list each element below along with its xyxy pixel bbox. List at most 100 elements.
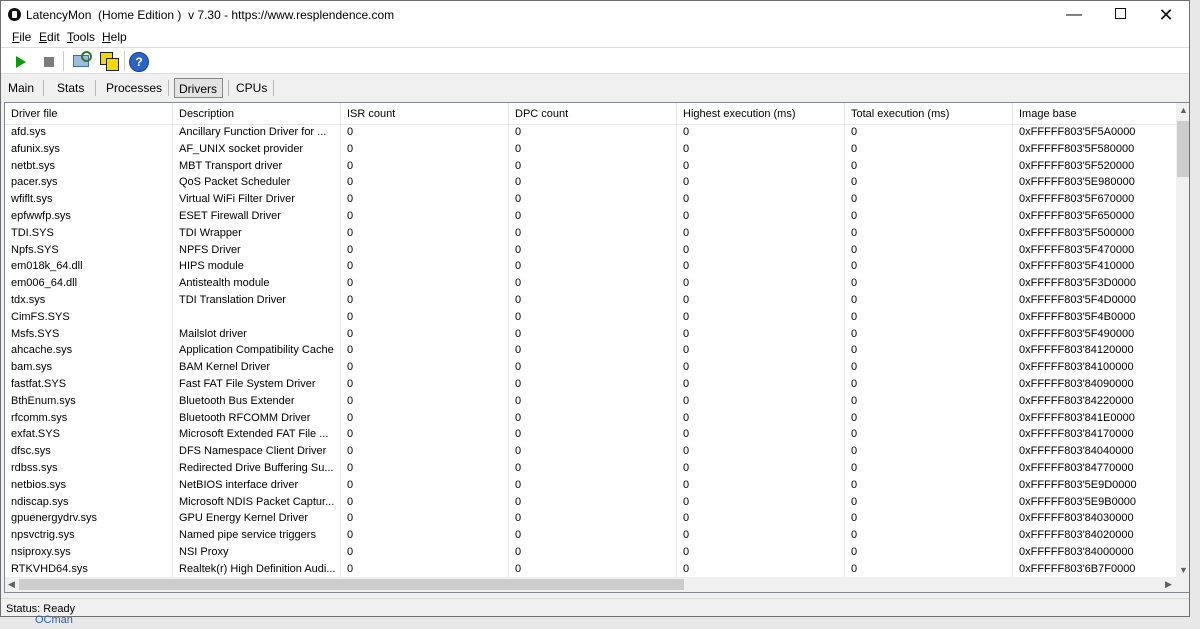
cell-highest-execution: 0 [677,258,845,276]
menu-tools[interactable]: Tools [67,30,95,44]
table-row[interactable]: netbt.sys MBT Transport driver 0 0 0 0 0xFFFFF… [5,157,1177,175]
table-row[interactable]: npsvctrig.sys Named pipe service triggers… [5,527,1177,544]
table-row[interactable]: Npfs.SYS NPFS Driver 0 0 0 0 0xFFFFF803'5F4700… [5,241,1177,259]
table-row[interactable]: ndiscap.sys Microsoft NDIS Packet Captur.… [5,493,1177,511]
horizontal-scrollbar[interactable]: ◀ ▶ [5,577,1177,592]
cell-description: Bluetooth RFCOMM Driver [173,409,341,427]
table-row[interactable]: em006_64.dll Antistealth module 0 0 0 0 0xFFFF… [5,275,1177,292]
cell-description: ESET Firewall Driver [173,208,341,225]
cell-image-base: 0xFFFFF803'5F410000 [1013,258,1177,276]
table-row[interactable]: nsiproxy.sys NSI Proxy 0 0 0 0 0xFFFFF803'8400… [5,544,1177,561]
cell-highest-execution: 0 [677,510,845,528]
table-row[interactable]: pacer.sys QoS Packet Scheduler 0 0 0 0 0xFFFFF… [5,174,1177,192]
table-row[interactable]: CimFS.SYS 0 0 0 0 0xFFFFF803'5F4B0000 [5,308,1177,326]
cell-description: HIPS module [173,258,341,276]
cell-image-base: 0xFFFFF803'6B7F0000 [1013,560,1177,578]
scroll-left-icon[interactable]: ◀ [8,579,15,590]
play-icon[interactable] [16,56,26,68]
cell-description: Realtek(r) High Definition Audi... [173,560,341,578]
cell-highest-execution: 0 [677,342,845,360]
menu-file[interactable]: File [12,30,31,44]
table-row[interactable]: afunix.sys AF_UNIX socket provider 0 0 0 0 0xF… [5,140,1177,158]
table-row[interactable]: Msfs.SYS Mailslot driver 0 0 0 0 0xFFFFF803'5F… [5,325,1177,343]
table-row[interactable]: dfsc.sys DFS Namespace Client Driver 0 0 0 0 0… [5,443,1177,460]
column-header-driver-file[interactable]: Driver file [5,103,173,124]
cell-isr-count: 0 [341,544,509,561]
maximize-button[interactable] [1097,1,1143,29]
vertical-scroll-thumb[interactable] [1177,121,1189,177]
cell-image-base: 0xFFFFF803'84040000 [1013,443,1177,460]
cell-driver-file: em018k_64.dll [5,258,173,276]
column-header-description[interactable]: Description [173,103,341,124]
column-header-total-execution[interactable]: Total execution (ms) [845,103,1013,124]
cell-image-base: 0xFFFFF803'84770000 [1013,460,1177,477]
cell-description: NPFS Driver [173,241,341,259]
tab-stats[interactable]: Stats [53,78,88,98]
cell-description: AF_UNIX socket provider [173,140,341,158]
cell-total-execution: 0 [845,224,1013,242]
drivers-list[interactable]: Driver file Description ISR count DPC co… [4,102,1189,593]
cell-isr-count: 0 [341,157,509,175]
table-row[interactable]: RTKVHD64.sys Realtek(r) High Definition A… [5,560,1177,578]
column-header-isr-count[interactable]: ISR count [341,103,509,124]
cell-description: Mailslot driver [173,325,341,343]
stop-icon[interactable] [44,57,54,67]
cell-image-base: 0xFFFFF803'84120000 [1013,342,1177,360]
table-row[interactable]: gpuenergydrv.sys GPU Energy Kernel Driver… [5,510,1177,528]
cell-image-base: 0xFFFFF803'84030000 [1013,510,1177,528]
table-row[interactable]: rdbss.sys Redirected Drive Buffering Su..… [5,460,1177,477]
close-button[interactable]: ✕ [1143,1,1189,29]
cell-total-execution: 0 [845,426,1013,444]
table-row[interactable]: wfiflt.sys Virtual WiFi Filter Driver 0 0 0 0… [5,191,1177,208]
table-row[interactable]: BthEnum.sys Bluetooth Bus Extender 0 0 0 0 0xF… [5,392,1177,410]
cell-image-base: 0xFFFFF803'841E0000 [1013,409,1177,427]
cell-isr-count: 0 [341,308,509,326]
title-bar[interactable]: LatencyMon (Home Edition ) v 7.30 - http… [1,1,1189,29]
horizontal-scroll-thumb[interactable] [19,579,684,590]
table-row[interactable]: netbios.sys NetBIOS interface driver 0 0 0 0 0… [5,476,1177,494]
windows-icon[interactable] [99,51,119,71]
table-row[interactable]: bam.sys BAM Kernel Driver 0 0 0 0 0xFFFFF803'8… [5,359,1177,376]
tab-processes[interactable]: Processes [102,78,166,98]
cell-isr-count: 0 [341,191,509,208]
scroll-up-icon[interactable]: ▲ [1179,105,1188,115]
cell-image-base: 0xFFFFF803'5F5A0000 [1013,124,1177,141]
list-header: Driver file Description ISR count DPC co… [5,103,1177,125]
table-row[interactable]: exfat.SYS Microsoft Extended FAT File ...… [5,426,1177,444]
cell-description: Redirected Drive Buffering Su... [173,460,341,477]
table-row[interactable]: fastfat.SYS Fast FAT File System Driver 0 0… [5,376,1177,393]
column-header-image-base[interactable]: Image base [1013,103,1177,124]
cell-isr-count: 0 [341,409,509,427]
table-row[interactable]: epfwwfp.sys ESET Firewall Driver 0 0 0 0 0xFFF… [5,208,1177,225]
find-process-icon[interactable] [71,51,92,71]
table-row[interactable]: ahcache.sys Application Compatibility Cac… [5,342,1177,360]
scroll-right-icon[interactable]: ▶ [1165,579,1172,590]
cell-dpc-count: 0 [509,258,677,276]
tab-cpus[interactable]: CPUs [232,78,271,98]
menu-help[interactable]: Help [102,30,127,44]
cell-image-base: 0xFFFFF803'5F520000 [1013,157,1177,175]
column-header-highest-execution[interactable]: Highest execution (ms) [677,103,845,124]
cell-description: Ancillary Function Driver for ... [173,124,341,141]
help-icon[interactable]: ? [129,52,149,72]
table-row[interactable]: TDI.SYS TDI Wrapper 0 0 0 0 0xFFFFF803'5F50000… [5,224,1177,242]
cell-isr-count: 0 [341,124,509,141]
table-row[interactable]: tdx.sys TDI Translation Driver 0 0 0 0 0xFFFFF… [5,292,1177,309]
minimize-button[interactable]: — [1051,1,1097,29]
tab-main[interactable]: Main [4,78,38,98]
table-row[interactable]: rfcomm.sys Bluetooth RFCOMM Driver 0 0 0 0 0xF… [5,409,1177,427]
vertical-scrollbar[interactable]: ▲ ▼ [1176,103,1189,577]
cell-description: Bluetooth Bus Extender [173,392,341,410]
table-row[interactable]: afd.sys Ancillary Function Driver for ...… [5,124,1177,141]
column-header-dpc-count[interactable]: DPC count [509,103,677,124]
cell-total-execution: 0 [845,275,1013,292]
cell-total-execution: 0 [845,376,1013,393]
cell-isr-count: 0 [341,275,509,292]
scroll-down-icon[interactable]: ▼ [1179,565,1188,575]
cell-highest-execution: 0 [677,527,845,544]
cell-dpc-count: 0 [509,359,677,376]
table-row[interactable]: em018k_64.dll HIPS module 0 0 0 0 0xFFFFF803'5… [5,258,1177,276]
tab-drivers[interactable]: Drivers [174,78,223,98]
cell-description: Microsoft NDIS Packet Captur... [173,493,341,511]
menu-edit[interactable]: Edit [39,30,60,44]
